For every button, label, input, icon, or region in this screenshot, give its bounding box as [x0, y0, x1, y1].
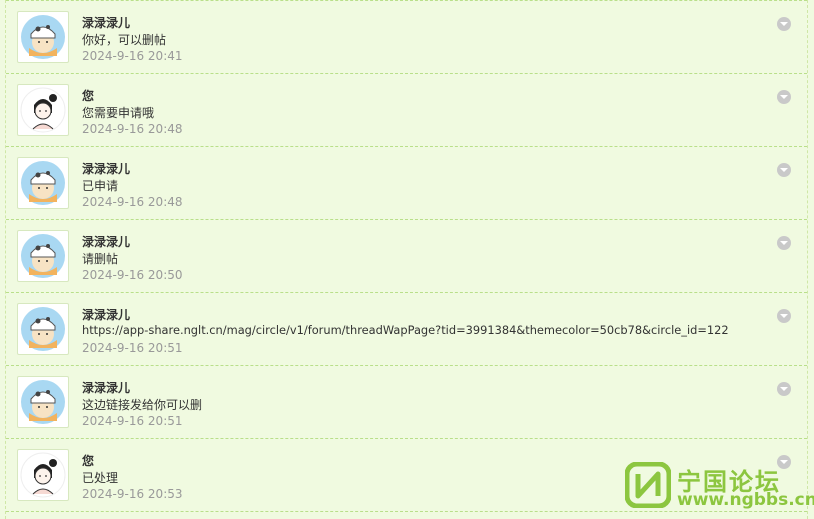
list-bottom-divider [6, 511, 807, 512]
watermark: 宁国论坛 www.ngbbs.cn [625, 460, 814, 510]
chevron-down-circle-icon[interactable] [777, 17, 791, 31]
chevron-down-circle-icon[interactable] [777, 163, 791, 177]
message-time: 2024-9-16 20:48 [82, 195, 183, 209]
message-time: 2024-9-16 20:51 [82, 414, 183, 428]
message-time: 2024-9-16 20:50 [82, 268, 183, 282]
avatar-sketch-girl[interactable] [17, 84, 69, 136]
message-item: 您 您需要申请哦 2024-9-16 20:48 [6, 73, 807, 146]
avatar-cow-girl[interactable] [17, 230, 69, 282]
message-time: 2024-9-16 20:51 [82, 341, 183, 355]
sender-name: 渌渌渌儿 [82, 16, 131, 30]
message-list: 渌渌渌儿 你好，可以删帖 2024-9-16 20:41 您 您需要申请哦 20… [5, 0, 808, 519]
sender-name: 渌渌渌儿 [82, 162, 131, 176]
avatar-sketch-girl[interactable] [17, 449, 69, 501]
sender-name: 渌渌渌儿 [82, 235, 131, 249]
message-text: 已处理 [82, 471, 119, 485]
sender-name: 您 [82, 454, 95, 468]
message-text: 这边链接发给你可以删 [82, 398, 203, 412]
message-item: 渌渌渌儿 已申请 2024-9-16 20:48 [6, 146, 807, 219]
message-text: 您需要申请哦 [82, 106, 155, 120]
ngbbs-logo-icon [625, 462, 671, 508]
sender-name: 渌渌渌儿 [82, 381, 131, 395]
message-item: 渌渌渌儿 请删帖 2024-9-16 20:50 [6, 219, 807, 292]
watermark-url: www.ngbbs.cn [677, 490, 814, 510]
message-text: 已申请 [82, 179, 119, 193]
message-item: 渌渌渌儿 这边链接发给你可以删 2024-9-16 20:51 [6, 365, 807, 438]
chevron-down-circle-icon[interactable] [777, 236, 791, 250]
chevron-down-circle-icon[interactable] [777, 90, 791, 104]
sender-name: 渌渌渌儿 [82, 308, 131, 322]
avatar-cow-girl[interactable] [17, 157, 69, 209]
message-time: 2024-9-16 20:41 [82, 49, 183, 63]
chevron-down-circle-icon[interactable] [777, 382, 791, 396]
avatar-cow-girl[interactable] [17, 303, 69, 355]
message-item: 渌渌渌儿 https://app-share.nglt.cn/mag/circl… [6, 292, 807, 365]
message-text: 请删帖 [82, 252, 119, 266]
message-time: 2024-9-16 20:48 [82, 122, 183, 136]
message-item: 渌渌渌儿 你好，可以删帖 2024-9-16 20:41 [6, 0, 807, 73]
message-text: 你好，可以删帖 [82, 33, 167, 47]
avatar-cow-girl[interactable] [17, 376, 69, 428]
message-link[interactable]: https://app-share.nglt.cn/mag/circle/v1/… [82, 323, 729, 337]
sender-name: 您 [82, 89, 95, 103]
chevron-down-circle-icon[interactable] [777, 309, 791, 323]
message-time: 2024-9-16 20:53 [82, 487, 183, 501]
avatar-cow-girl[interactable] [17, 11, 69, 63]
